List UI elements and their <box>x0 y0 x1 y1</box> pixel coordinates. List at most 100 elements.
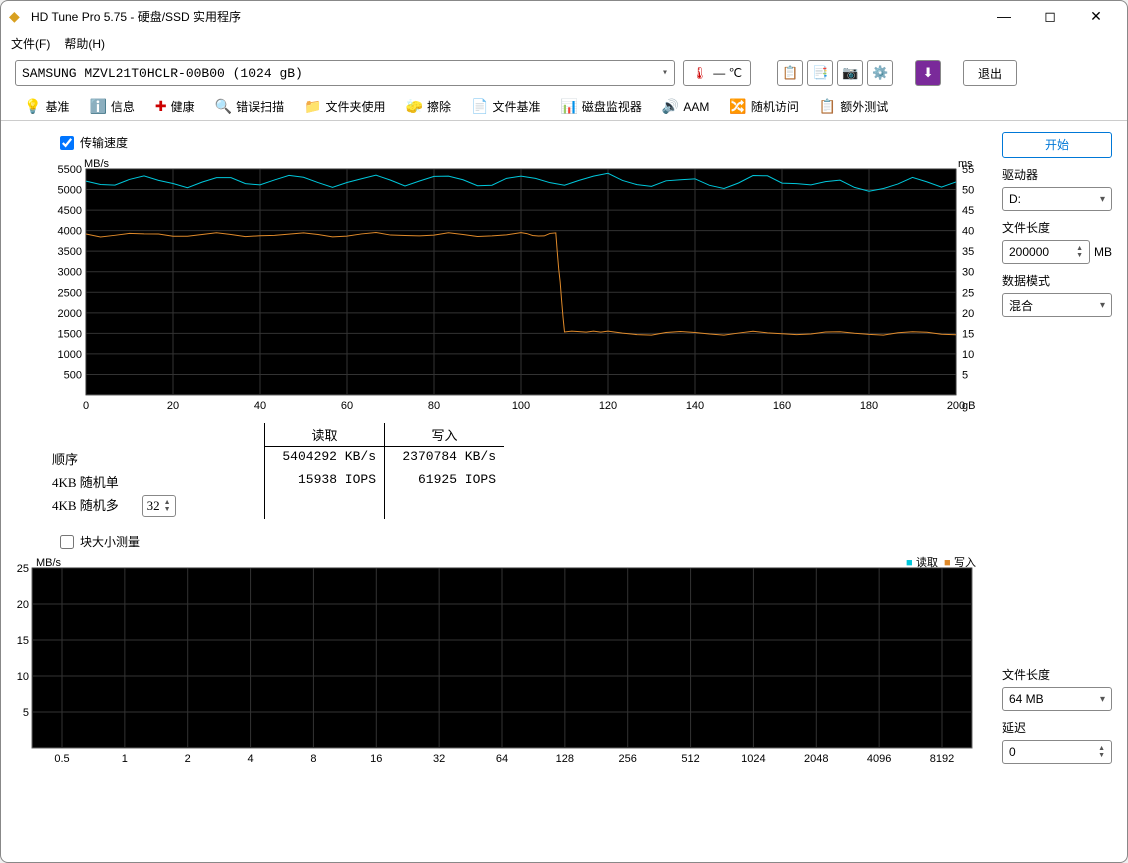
tab-10[interactable]: 📋额外测试 <box>810 94 897 119</box>
svg-text:MB/s: MB/s <box>36 557 62 569</box>
tab-icon: 📄 <box>471 98 488 115</box>
datamode-label: 数据模式 <box>1002 272 1112 289</box>
tab-icon: 📁 <box>304 98 321 115</box>
temperature-value: — ℃ <box>713 66 742 80</box>
tab-icon: 📊 <box>560 98 577 115</box>
tab-6[interactable]: 📄文件基准 <box>462 94 549 119</box>
datamode-select[interactable]: 混合 ▾ <box>1002 293 1112 317</box>
svg-text:0: 0 <box>83 400 89 412</box>
svg-text:4500: 4500 <box>58 205 82 217</box>
svg-text:8192: 8192 <box>930 753 954 765</box>
svg-text:读取: 读取 <box>916 555 938 569</box>
svg-text:55: 55 <box>962 164 974 176</box>
svg-text:20: 20 <box>167 400 179 412</box>
svg-text:40: 40 <box>254 400 266 412</box>
filelen2-label: 文件长度 <box>1002 666 1112 683</box>
settings-button[interactable]: ⚙️ <box>867 60 893 86</box>
svg-text:3500: 3500 <box>58 246 82 258</box>
svg-text:128: 128 <box>556 753 574 765</box>
svg-text:25: 25 <box>17 563 29 575</box>
svg-text:5: 5 <box>962 369 968 381</box>
tab-3[interactable]: 🔍错误扫描 <box>206 94 293 119</box>
svg-text:1500: 1500 <box>58 328 82 340</box>
row-4k-single: 4KB 随机单 <box>44 470 264 493</box>
svg-text:2500: 2500 <box>58 287 82 299</box>
delay-stepper[interactable]: 0 ▲▼ <box>1002 740 1112 764</box>
svg-text:512: 512 <box>681 753 699 765</box>
tab-icon: 🔍 <box>215 98 232 115</box>
tab-label: 基准 <box>45 98 69 115</box>
svg-text:1000: 1000 <box>58 349 82 361</box>
tab-4[interactable]: 📁文件夹使用 <box>295 94 394 119</box>
svg-text:■: ■ <box>944 557 951 569</box>
tab-label: 文件基准 <box>492 98 540 115</box>
row-4k-multi: 4KB 随机多 32 ▲▼ <box>44 493 264 519</box>
chevron-down-icon: ▾ <box>1100 300 1105 311</box>
svg-text:40: 40 <box>962 226 974 238</box>
tab-5[interactable]: 🧽擦除 <box>397 94 460 119</box>
thermometer-icon: 🌡 <box>692 66 707 80</box>
drive-select[interactable]: D: ▾ <box>1002 187 1112 211</box>
chevron-down-icon: ▾ <box>1100 194 1105 205</box>
device-select[interactable]: SAMSUNG MZVL21T0HCLR-00B00 (1024 gB) ▾ <box>15 60 675 86</box>
col-read: 读取 <box>264 423 384 447</box>
svg-text:■: ■ <box>906 557 913 569</box>
blocksize-checkbox[interactable] <box>60 535 74 549</box>
tab-1[interactable]: ℹ️信息 <box>80 94 143 119</box>
copy-all-button[interactable]: 📑 <box>807 60 833 86</box>
tab-2[interactable]: ✚健康 <box>146 94 204 119</box>
rand-read-value: 15938 IOPS <box>264 470 384 493</box>
tab-9[interactable]: 🔀随机访问 <box>720 94 807 119</box>
svg-text:100: 100 <box>512 400 530 412</box>
tab-label: 擦除 <box>427 98 451 115</box>
app-icon: ◆ <box>9 8 25 24</box>
copy-info-button[interactable]: 📋 <box>777 60 803 86</box>
save-button[interactable]: ⬇ <box>915 60 941 86</box>
filelen2-select[interactable]: 64 MB ▾ <box>1002 687 1112 711</box>
svg-text:5500: 5500 <box>58 164 82 176</box>
blocksize-chart: MB/s ■ 读取 ■ 写入 510152025 0.5124816326412… <box>16 554 976 774</box>
svg-text:1024: 1024 <box>741 753 765 765</box>
screenshot-button[interactable]: 📷 <box>837 60 863 86</box>
tab-icon: 💡 <box>24 98 41 115</box>
transfer-speed-label: 传输速度 <box>80 134 128 151</box>
svg-text:50: 50 <box>962 185 974 197</box>
menu-file[interactable]: 文件(F) <box>11 35 50 52</box>
svg-text:4000: 4000 <box>58 226 82 238</box>
minimize-button[interactable]: — <box>981 1 1027 31</box>
filelen-stepper[interactable]: 200000 ▲▼ <box>1002 240 1090 264</box>
exit-button[interactable]: 退出 <box>963 60 1017 86</box>
threads-stepper[interactable]: 32 ▲▼ <box>142 495 176 517</box>
tab-label: 错误扫描 <box>236 98 284 115</box>
tab-icon: ✚ <box>155 98 167 115</box>
y-left-label: MB/s <box>84 158 110 170</box>
tab-7[interactable]: 📊磁盘监视器 <box>551 94 650 119</box>
transfer-speed-checkbox[interactable] <box>60 136 74 150</box>
drive-label: 驱动器 <box>1002 166 1112 183</box>
delay-label: 延迟 <box>1002 719 1112 736</box>
svg-text:60: 60 <box>341 400 353 412</box>
seq-write-value: 2370784 KB/s <box>384 447 504 470</box>
svg-text:2048: 2048 <box>804 753 828 765</box>
tab-icon: ℹ️ <box>89 98 106 115</box>
svg-text:2000: 2000 <box>58 308 82 320</box>
start-button[interactable]: 开始 <box>1002 132 1112 158</box>
svg-text:15: 15 <box>962 328 974 340</box>
menu-help[interactable]: 帮助(H) <box>64 35 105 52</box>
chevron-down-icon: ▾ <box>662 67 668 79</box>
filelen-label: 文件长度 <box>1002 219 1112 236</box>
close-button[interactable]: ✕ <box>1073 1 1119 31</box>
transfer-speed-chart: MB/s ms 50010001500200025003000350040004… <box>16 155 976 415</box>
svg-text:1: 1 <box>122 753 128 765</box>
window-title: HD Tune Pro 5.75 - 硬盘/SSD 实用程序 <box>31 8 981 25</box>
col-write: 写入 <box>384 423 504 447</box>
maximize-button[interactable]: ◻ <box>1027 1 1073 31</box>
svg-text:4096: 4096 <box>867 753 891 765</box>
svg-text:2: 2 <box>185 753 191 765</box>
svg-text:20: 20 <box>17 599 29 611</box>
rand-write-value: 61925 IOPS <box>384 470 504 493</box>
svg-text:35: 35 <box>962 246 974 258</box>
tab-0[interactable]: 💡基准 <box>15 94 78 119</box>
tab-8[interactable]: 🔊AAM <box>653 94 718 119</box>
svg-text:45: 45 <box>962 205 974 217</box>
